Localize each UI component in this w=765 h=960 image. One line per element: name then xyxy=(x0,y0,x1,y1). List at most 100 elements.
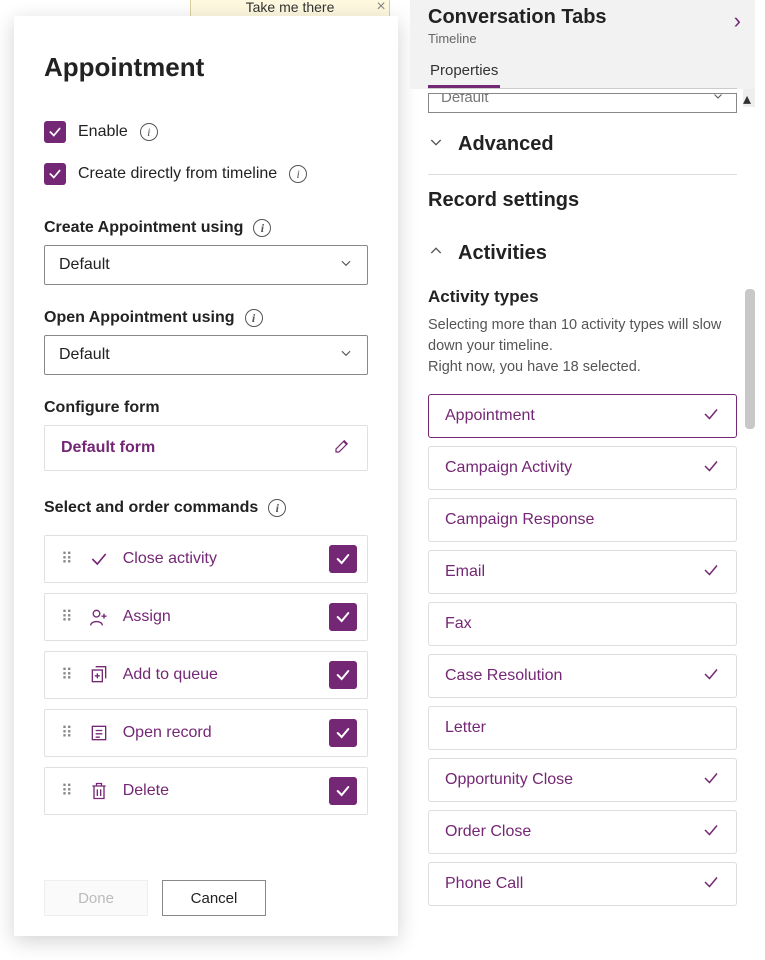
partial-select[interactable]: Default xyxy=(428,93,737,113)
enable-row: Enable i xyxy=(44,121,368,143)
check-icon xyxy=(702,665,720,688)
divider xyxy=(428,174,737,175)
close-icon[interactable]: × xyxy=(371,0,391,16)
create-direct-row: Create directly from timeline i xyxy=(44,163,368,185)
activity-label: Case Resolution xyxy=(445,667,562,685)
activity-types-help: Selecting more than 10 activity types wi… xyxy=(428,315,737,378)
cancel-button[interactable]: Cancel xyxy=(162,880,266,916)
command-checkbox[interactable] xyxy=(329,603,357,631)
open-using-select[interactable]: Default xyxy=(44,335,368,375)
check-icon xyxy=(702,457,720,480)
drag-handle-icon[interactable]: ⠿ xyxy=(61,723,75,743)
activity-label: Appointment xyxy=(445,407,535,425)
activity-item[interactable]: Letter xyxy=(428,706,737,750)
check-icon xyxy=(702,561,720,584)
command-checkbox[interactable] xyxy=(329,661,357,689)
edit-icon[interactable] xyxy=(333,437,351,460)
chevron-right-icon[interactable]: › xyxy=(734,8,741,34)
activity-item[interactable]: Campaign Activity xyxy=(428,446,737,490)
activity-label: Fax xyxy=(445,615,472,633)
chevron-down-icon xyxy=(712,93,724,106)
activities-section[interactable]: Activities xyxy=(428,242,737,265)
activity-label: Email xyxy=(445,563,485,581)
create-direct-checkbox[interactable] xyxy=(44,163,66,185)
drag-handle-icon[interactable]: ⠿ xyxy=(61,549,75,569)
info-icon[interactable]: i xyxy=(245,309,263,327)
command-label: Close activity xyxy=(123,550,315,568)
check-icon xyxy=(702,873,720,896)
activity-item[interactable]: Email xyxy=(428,550,737,594)
command-checkbox[interactable] xyxy=(329,777,357,805)
activity-item[interactable]: Phone Call xyxy=(428,862,737,906)
close-activity-icon xyxy=(89,549,109,569)
activity-label: Campaign Activity xyxy=(445,459,572,477)
activity-item[interactable]: Opportunity Close xyxy=(428,758,737,802)
activity-item[interactable]: Appointment xyxy=(428,394,737,438)
header-block: Conversation Tabs Timeline › Properties xyxy=(410,0,755,89)
check-icon xyxy=(702,769,720,792)
open-using-value: Default xyxy=(59,346,110,364)
command-close-activity[interactable]: ⠿ Close activity xyxy=(44,535,368,583)
info-icon[interactable]: i xyxy=(253,219,271,237)
commands-list: ⠿ Close activity ⠿ Assign ⠿ Add to queue ⠿Open… xyxy=(44,535,368,815)
chevron-down-icon xyxy=(428,134,444,155)
configure-form-value: Default form xyxy=(61,439,155,457)
command-open-record[interactable]: ⠿Open record xyxy=(44,709,368,757)
command-label: Add to queue xyxy=(123,666,315,684)
create-using-value: Default xyxy=(59,256,110,274)
command-checkbox[interactable] xyxy=(329,545,357,573)
advanced-section[interactable]: Advanced xyxy=(428,133,737,156)
check-icon xyxy=(702,821,720,844)
scroll-up-button[interactable]: ▴ xyxy=(743,89,755,107)
scrollbar-thumb[interactable] xyxy=(745,289,755,429)
activity-label: Order Close xyxy=(445,823,531,841)
create-using-select[interactable]: Default xyxy=(44,245,368,285)
command-assign[interactable]: ⠿ Assign xyxy=(44,593,368,641)
tab-properties[interactable]: Properties xyxy=(428,56,500,88)
configure-form-box[interactable]: Default form xyxy=(44,425,368,471)
command-label: Assign xyxy=(123,608,315,626)
activity-label: Letter xyxy=(445,719,486,737)
enable-checkbox[interactable] xyxy=(44,121,66,143)
done-button: Done xyxy=(44,880,148,916)
command-delete[interactable]: ⠿ Delete xyxy=(44,767,368,815)
configure-form-label: Configure form xyxy=(44,399,368,417)
commands-label: Select and order commands i xyxy=(44,499,368,517)
info-icon[interactable]: i xyxy=(268,499,286,517)
chevron-down-icon xyxy=(339,256,353,275)
tabbar: Properties xyxy=(428,56,737,89)
open-using-label: Open Appointment using i xyxy=(44,309,368,327)
activity-label: Opportunity Close xyxy=(445,771,573,789)
activity-label: Campaign Response xyxy=(445,511,594,529)
activity-item[interactable]: Fax xyxy=(428,602,737,646)
activity-item[interactable]: Campaign Response xyxy=(428,498,737,542)
drag-handle-icon[interactable]: ⠿ xyxy=(61,607,75,627)
delete-icon xyxy=(89,781,109,801)
command-add-to-queue[interactable]: ⠿ Add to queue xyxy=(44,651,368,699)
panel-footer: Done Cancel xyxy=(44,860,368,916)
panel-title: Appointment xyxy=(44,52,368,83)
right-body: ▴ Default Advanced Record settings Activ… xyxy=(410,89,755,960)
info-icon[interactable]: i xyxy=(289,165,307,183)
activity-label: Phone Call xyxy=(445,875,523,893)
header-title: Conversation Tabs xyxy=(428,6,737,29)
partial-value: Default xyxy=(441,93,489,106)
teaching-banner-text: Take me there xyxy=(246,0,335,15)
assign-icon xyxy=(89,607,109,627)
create-using-label: Create Appointment using i xyxy=(44,219,368,237)
appointment-panel: Appointment Enable i Create directly fro… xyxy=(14,16,398,936)
info-icon[interactable]: i xyxy=(140,123,158,141)
activity-item[interactable]: Case Resolution xyxy=(428,654,737,698)
command-label: Delete xyxy=(123,782,315,800)
drag-handle-icon[interactable]: ⠿ xyxy=(61,781,75,801)
activity-types-heading: Activity types xyxy=(428,287,737,307)
enable-label: Enable xyxy=(78,123,128,141)
drag-handle-icon[interactable]: ⠿ xyxy=(61,665,75,685)
chevron-down-icon xyxy=(339,346,353,365)
create-direct-label: Create directly from timeline xyxy=(78,165,277,183)
add-to-queue-icon xyxy=(89,665,109,685)
activity-item[interactable]: Order Close xyxy=(428,810,737,854)
chevron-up-icon xyxy=(428,243,444,264)
header-subtitle: Timeline xyxy=(428,31,737,46)
command-checkbox[interactable] xyxy=(329,719,357,747)
